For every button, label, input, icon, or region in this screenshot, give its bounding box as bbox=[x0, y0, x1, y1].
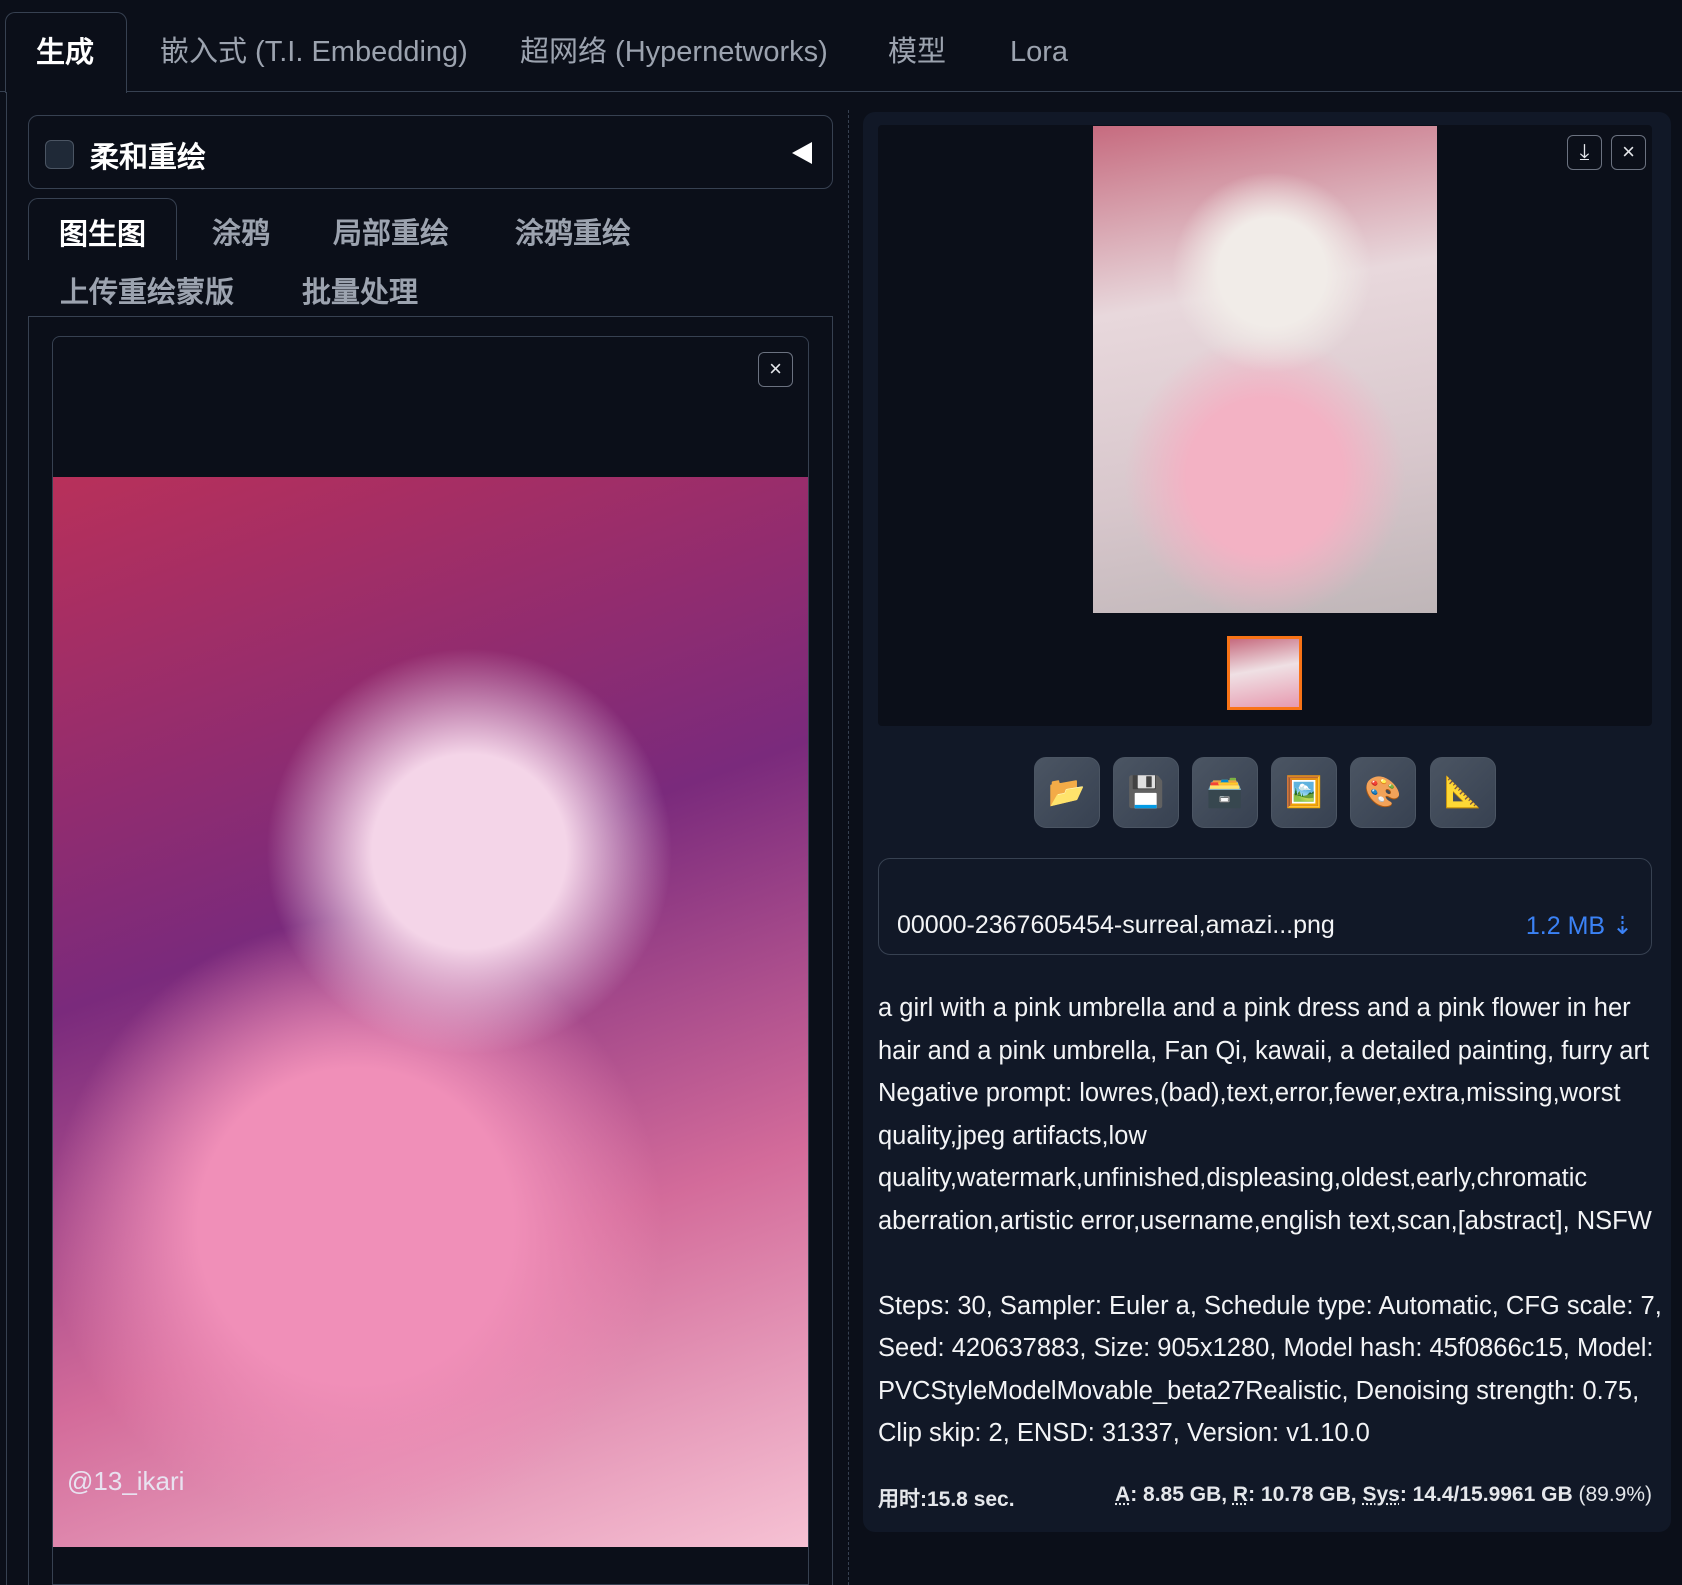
negative-prompt-text: Negative prompt: lowres,(bad),text,error… bbox=[878, 1079, 1652, 1235]
subtab-inpaint-upload[interactable]: 上传重绘蒙版 bbox=[60, 269, 234, 311]
triangular-ruler-icon: 📐 bbox=[1444, 776, 1482, 809]
floppy-disk-icon: 💾 bbox=[1127, 776, 1165, 809]
r-value: : 10.78 GB, bbox=[1248, 1483, 1363, 1506]
accordion-label: 柔和重绘 bbox=[90, 142, 207, 174]
send-to-img2img-button[interactable]: 🖼️ bbox=[1271, 757, 1337, 828]
sys-value: : 14.4/15.9961 GB bbox=[1399, 1483, 1579, 1506]
soft-inpaint-accordion[interactable]: 柔和重绘 bbox=[28, 115, 833, 189]
zip-button[interactable]: 🗃️ bbox=[1192, 757, 1258, 828]
open-folder-button[interactable]: 📂 bbox=[1034, 757, 1100, 828]
tab-embedding[interactable]: 嵌入式 (T.I. Embedding) bbox=[130, 12, 498, 93]
prompt-text: a girl with a pink umbrella and a pink d… bbox=[878, 994, 1650, 1065]
tab-generate[interactable]: 生成 bbox=[5, 12, 127, 93]
sys-percent: (89.9%) bbox=[1578, 1483, 1652, 1506]
file-size-download-link[interactable]: 1.2 MB ⇣ bbox=[1526, 911, 1633, 941]
folder-icon: 📂 bbox=[1048, 776, 1086, 809]
subtab-sketch[interactable]: 涂鸦 bbox=[212, 210, 270, 252]
soft-inpaint-checkbox[interactable] bbox=[45, 140, 74, 169]
performance-footer: 用时:15.8 sec. A: 8.85 GB, R: 10.78 GB, Sy… bbox=[878, 1483, 1652, 1513]
tab-lora[interactable]: Lora bbox=[980, 12, 1098, 93]
clear-image-button[interactable]: × bbox=[758, 352, 793, 387]
output-image[interactable] bbox=[1093, 126, 1437, 613]
image-watermark: @13_ikari bbox=[67, 1466, 185, 1496]
download-button[interactable]: ⤓ bbox=[1567, 135, 1602, 170]
subtab-img2img[interactable]: 图生图 bbox=[28, 198, 178, 260]
file-name: 00000-2367605454-surreal,amazi...png bbox=[897, 911, 1335, 939]
output-gallery: ⤓ × bbox=[878, 125, 1652, 726]
input-image-area[interactable]: × @13_ikari bbox=[52, 336, 809, 1585]
column-divider bbox=[848, 110, 849, 1585]
a-value: : 8.85 GB, bbox=[1130, 1483, 1233, 1506]
time-taken: 用时:15.8 sec. bbox=[878, 1488, 1015, 1511]
r-label: R bbox=[1232, 1483, 1249, 1506]
tab-models[interactable]: 模型 bbox=[858, 12, 976, 93]
close-gallery-button[interactable]: × bbox=[1611, 135, 1646, 170]
sys-label: Sys bbox=[1362, 1483, 1400, 1506]
a-label: A bbox=[1115, 1483, 1131, 1506]
send-to-extras-button[interactable]: 📐 bbox=[1430, 757, 1496, 828]
input-image: @13_ikari bbox=[53, 477, 808, 1547]
generation-parameters: Steps: 30, Sampler: Euler a, Schedule ty… bbox=[878, 1291, 1662, 1448]
card-file-box-icon: 🗃️ bbox=[1206, 776, 1244, 809]
framed-picture-icon: 🖼️ bbox=[1285, 776, 1323, 809]
palette-icon: 🎨 bbox=[1364, 776, 1402, 809]
subtab-batch[interactable]: 批量处理 bbox=[302, 269, 418, 311]
save-button[interactable]: 💾 bbox=[1113, 757, 1179, 828]
tab-hypernetworks[interactable]: 超网络 (Hypernetworks) bbox=[490, 12, 858, 93]
subtab-inpaint[interactable]: 局部重绘 bbox=[333, 210, 449, 252]
memory-stats: A: 8.85 GB, R: 10.78 GB, Sys: 14.4/15.99… bbox=[1115, 1483, 1652, 1507]
file-download-box: 00000-2367605454-surreal,amazi...png 1.2… bbox=[878, 858, 1652, 955]
collapse-triangle-icon[interactable] bbox=[792, 142, 812, 164]
main-tabs: 生成 嵌入式 (T.I. Embedding) 超网络 (Hypernetwor… bbox=[0, 0, 1682, 93]
generation-info: a girl with a pink umbrella and a pink d… bbox=[878, 987, 1668, 1455]
send-to-inpaint-button[interactable]: 🎨 bbox=[1350, 757, 1416, 828]
subtab-inpaint-sketch[interactable]: 涂鸦重绘 bbox=[515, 210, 631, 252]
gallery-thumbnail[interactable] bbox=[1227, 636, 1302, 710]
